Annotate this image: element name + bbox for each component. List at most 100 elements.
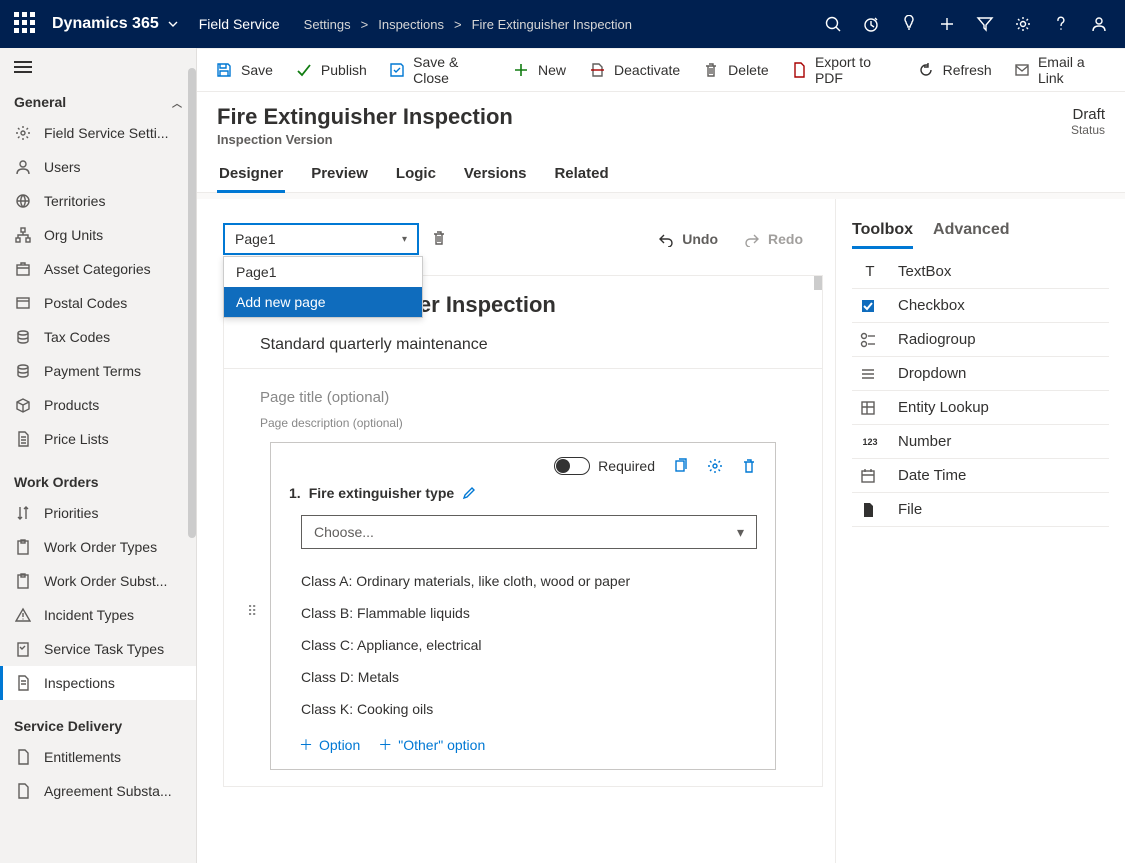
new-button[interactable]: New [512, 61, 566, 79]
filter-icon[interactable] [975, 14, 995, 34]
sidebar-item-label: Inspections [44, 675, 115, 691]
tool-entity-lookup[interactable]: Entity Lookup [852, 391, 1109, 425]
dropdown-preview[interactable]: Choose...▾ [301, 515, 757, 549]
tool-dropdown[interactable]: Dropdown [852, 357, 1109, 391]
timer-icon[interactable] [861, 14, 881, 34]
asset-icon [14, 260, 32, 278]
sidebar-item-inspections[interactable]: Inspections [0, 666, 196, 700]
required-label: Required [598, 458, 655, 474]
plus-icon[interactable] [937, 14, 957, 34]
sidebar-item-work-order-subst[interactable]: Work Order Subst... [0, 564, 196, 598]
page-description-input[interactable]: Page description (optional) [260, 416, 786, 430]
tab-designer[interactable]: Designer [217, 159, 285, 192]
add-option-button[interactable]: ＋Option [299, 735, 360, 755]
page-title-input[interactable]: Page title (optional) [260, 389, 786, 406]
tool-file[interactable]: File [852, 493, 1109, 527]
delete-button[interactable]: Delete [702, 61, 768, 79]
sidebar-item-priorities[interactable]: Priorities [0, 496, 196, 530]
required-toggle[interactable] [554, 457, 590, 475]
add-other-option-button[interactable]: ＋"Other" option [378, 735, 485, 755]
sidebar-item-agreement-substa[interactable]: Agreement Substa... [0, 774, 196, 808]
breadcrumb: Settings > Inspections > Fire Extinguish… [304, 17, 632, 32]
page-dropdown-item[interactable]: Page1 [224, 257, 422, 287]
user-icon[interactable] [1089, 14, 1109, 34]
sidebar-item-label: Incident Types [44, 607, 134, 623]
card-description[interactable]: Standard quarterly maintenance [260, 336, 786, 354]
sidebar-item-users[interactable]: Users [0, 150, 196, 184]
email-link-button[interactable]: Email a Link [1014, 54, 1107, 86]
option-item[interactable]: Class K: Cooking oils [301, 693, 757, 725]
options-list: Class A: Ordinary materials, like cloth,… [301, 565, 757, 725]
tool-radiogroup[interactable]: Radiogroup [852, 323, 1109, 357]
sidebar-item-territories[interactable]: Territories [0, 184, 196, 218]
tab-logic[interactable]: Logic [394, 159, 438, 192]
delete-page-button[interactable] [431, 230, 449, 248]
sidebar-item-postal-codes[interactable]: Postal Codes [0, 286, 196, 320]
sidebar-item-label: Org Units [44, 227, 103, 243]
cmd-label: Save [241, 62, 273, 78]
sidebar-item-price-lists[interactable]: Price Lists [0, 422, 196, 456]
copy-icon[interactable] [673, 458, 689, 474]
database-icon [14, 328, 32, 346]
card-scrollbar[interactable] [814, 276, 822, 290]
sidebar-item-payment-terms[interactable]: Payment Terms [0, 354, 196, 388]
add-option-label: Option [319, 737, 360, 753]
tool-number[interactable]: 123Number [852, 425, 1109, 459]
tool-checkbox[interactable]: Checkbox [852, 289, 1109, 323]
waffle-icon[interactable] [14, 12, 38, 36]
search-icon[interactable] [823, 14, 843, 34]
brand-chevron-down-icon[interactable] [167, 18, 179, 30]
sidebar-item-work-order-types[interactable]: Work Order Types [0, 530, 196, 564]
sidebar-item-service-task-types[interactable]: Service Task Types [0, 632, 196, 666]
tab-related[interactable]: Related [552, 159, 610, 192]
sidebar-item-org-units[interactable]: Org Units [0, 218, 196, 252]
sidebar-item-tax-codes[interactable]: Tax Codes [0, 320, 196, 354]
sidebar-item-products[interactable]: Products [0, 388, 196, 422]
page-select[interactable]: Page1 ▾ Page1 Add new page [223, 223, 419, 255]
redo-button[interactable]: Redo [744, 231, 803, 247]
option-item[interactable]: Class A: Ordinary materials, like cloth,… [301, 565, 757, 597]
add-other-label: "Other" option [398, 737, 485, 753]
tool-textbox[interactable]: TTextBox [852, 255, 1109, 289]
breadcrumb-item[interactable]: Inspections [378, 17, 444, 32]
chevron-down-icon: ▾ [402, 234, 407, 245]
rtab-advanced[interactable]: Advanced [933, 217, 1009, 249]
hamburger-icon[interactable] [0, 48, 196, 86]
module-label[interactable]: Field Service [199, 16, 280, 32]
export-pdf-button[interactable]: Export to PDF [791, 54, 895, 86]
refresh-button[interactable]: Refresh [917, 61, 992, 79]
tab-versions[interactable]: Versions [462, 159, 529, 192]
sidebar-section-general[interactable]: General︿ [0, 86, 196, 116]
question-title[interactable]: Fire extinguisher type [309, 485, 454, 501]
tool-date-time[interactable]: Date Time [852, 459, 1109, 493]
publish-button[interactable]: Publish [295, 61, 367, 79]
sidebar-item-asset-categories[interactable]: Asset Categories [0, 252, 196, 286]
delete-question-icon[interactable] [741, 458, 757, 474]
option-item[interactable]: Class C: Appliance, electrical [301, 629, 757, 661]
undo-button[interactable]: Undo [658, 231, 718, 247]
sidebar-item-incident-types[interactable]: Incident Types [0, 598, 196, 632]
breadcrumb-item[interactable]: Fire Extinguisher Inspection [472, 17, 632, 32]
drag-handle-icon[interactable]: ⠿ [247, 603, 257, 620]
settings-gear-icon[interactable] [1013, 14, 1033, 34]
save-close-button[interactable]: Save & Close [389, 54, 490, 86]
edit-title-icon[interactable] [462, 486, 476, 500]
option-item[interactable]: Class D: Metals [301, 661, 757, 693]
sidebar-section-service-delivery[interactable]: Service Delivery [0, 710, 196, 740]
sidebar-scrollbar[interactable] [188, 68, 196, 538]
page-dropdown-add-new[interactable]: Add new page [224, 287, 422, 317]
settings-gear-icon[interactable] [707, 458, 723, 474]
deactivate-button[interactable]: Deactivate [588, 61, 680, 79]
rtab-toolbox[interactable]: Toolbox [852, 217, 913, 249]
sidebar-item-entitlements[interactable]: Entitlements [0, 740, 196, 774]
help-icon[interactable] [1051, 14, 1071, 34]
breadcrumb-item[interactable]: Settings [304, 17, 351, 32]
cmd-label: Email a Link [1038, 54, 1107, 86]
sidebar-section-work-orders[interactable]: Work Orders [0, 466, 196, 496]
tool-label: Entity Lookup [898, 399, 989, 416]
save-button[interactable]: Save [215, 61, 273, 79]
tab-preview[interactable]: Preview [309, 159, 370, 192]
option-item[interactable]: Class B: Flammable liquids [301, 597, 757, 629]
sidebar-item-field-service-settings[interactable]: Field Service Setti... [0, 116, 196, 150]
lightbulb-icon[interactable] [899, 14, 919, 34]
